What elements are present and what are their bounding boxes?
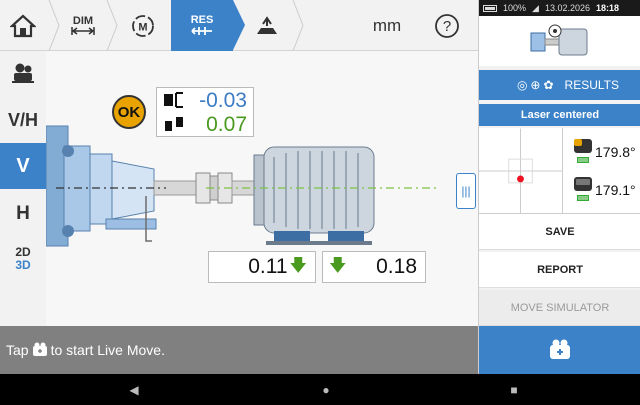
tab-vh-label: V/H (7, 109, 38, 130)
coupling-results-box[interactable]: -0.03 0.07 (156, 87, 254, 137)
battery-level: 100% (503, 3, 527, 13)
save-button[interactable]: SAVE (479, 214, 640, 250)
report-label: REPORT (537, 263, 583, 276)
tab-h[interactable]: H (0, 191, 46, 237)
report-button[interactable]: REPORT (479, 252, 640, 288)
tab-vh[interactable]: V/H (0, 97, 46, 143)
arrow-down-icon: 🡇 (289, 255, 307, 275)
tab-h-label: H (16, 203, 30, 224)
home-icon (10, 14, 36, 37)
tab-2d-3d[interactable]: 2D 3D (0, 237, 46, 281)
back-foot-value-box[interactable]: 🡇 0.18 (322, 251, 426, 283)
nav-back-button[interactable]: ◀ (114, 374, 154, 405)
system-time: 18:18 (596, 3, 620, 13)
status-prefix: Tap (6, 342, 29, 358)
sensor-battery-icon (577, 157, 589, 163)
pump-machine (46, 125, 157, 247)
tab-v-label: V (16, 154, 30, 177)
dim-label: DIM (72, 15, 94, 27)
front-foot-value: 0.11 (248, 255, 288, 278)
results-header[interactable]: ◎⊕✿ RESULTS (479, 70, 640, 100)
tab-3d-label: 3D (15, 258, 31, 272)
help-label: ? (443, 18, 451, 35)
toolbar-chevron-icon (48, 0, 60, 51)
recent-apps-icon: ■ (510, 382, 518, 397)
battery-icon (483, 4, 497, 12)
measure-m-icon: M (132, 14, 154, 37)
gap-icon (164, 92, 183, 108)
results-icons: ◎⊕✿ (516, 78, 557, 92)
ok-status-badge: OK (112, 95, 146, 129)
android-nav-bar: ◀ ● ■ (0, 374, 640, 405)
arrow-down-icon: 🡇 (329, 255, 347, 275)
units-label: mm (372, 15, 402, 35)
live-move-icon (550, 339, 570, 359)
dimension-arrow-icon (71, 27, 95, 35)
back-foot-value: 0.18 (376, 255, 417, 278)
top-toolbar: DIM M RES mm ? (0, 0, 478, 51)
sensor-battery-icon (577, 195, 589, 201)
machine-thumbnail[interactable] (479, 16, 640, 66)
motor-machine (253, 146, 375, 245)
results-canvas: OK -0.03 0.07 0.11 🡇 🡇 0.18 ||| (46, 51, 478, 326)
sensor-icon (574, 139, 592, 153)
status-suffix: to start Live Move. (50, 342, 165, 358)
move-simulator-label: MOVE SIMULATOR (510, 301, 610, 314)
back-icon: ◀ (129, 382, 139, 397)
sensor-panel: 179.8° 179.1° (479, 128, 640, 214)
move-button[interactable] (244, 0, 290, 51)
laser-status-label: Laser centered (520, 109, 600, 121)
nav-recent-button[interactable]: ■ (494, 374, 534, 405)
nav-home-button[interactable]: ● (306, 374, 346, 405)
results-label: RESULTS (564, 78, 619, 92)
coupling-result-icon (191, 27, 212, 35)
save-label: SAVE (545, 225, 575, 238)
ok-label: OK (117, 103, 141, 121)
sensor1-angle: 179.8° (595, 144, 636, 160)
toolbar-chevron-icon (106, 0, 118, 51)
front-foot-value-box[interactable]: 0.11 🡇 (208, 251, 316, 283)
offset-value: 0.07 (206, 113, 247, 136)
measure-button[interactable]: M (118, 0, 168, 51)
camera-machine-icon (12, 63, 34, 83)
right-panel: 100% ◢ 13.02.2026 18:18 ◎⊕✿ RESULTS Lase… (478, 0, 640, 374)
panel-handle-icon[interactable]: ||| (456, 173, 476, 209)
units-button[interactable]: mm (362, 0, 412, 51)
help-button[interactable]: ? (424, 0, 470, 51)
machine-train-thumbnail-icon (530, 24, 588, 56)
tab-v[interactable]: V (0, 143, 46, 189)
signal-icon: ◢ (532, 2, 539, 13)
toolbar-chevron-icon (292, 0, 304, 51)
sensor2-angle: 179.1° (595, 182, 636, 198)
move-icon (257, 15, 277, 34)
laser-status: Laser centered (479, 104, 640, 126)
res-label: RES (190, 14, 214, 26)
dimensions-button[interactable]: DIM (60, 0, 106, 51)
gap-value: -0.03 (199, 89, 247, 112)
system-date: 13.02.2026 (544, 3, 590, 13)
laser-target (479, 128, 563, 214)
svg-text:M: M (138, 21, 147, 33)
sensor-icon (574, 177, 592, 191)
view-tabs: V/H V H 2D 3D (0, 51, 46, 326)
status-bar: Tap to start Live Move. (0, 326, 478, 374)
system-status-bar: 100% ◢ 13.02.2026 18:18 (479, 0, 640, 16)
results-tab[interactable]: RES (171, 0, 245, 51)
live-move-button[interactable] (479, 326, 640, 374)
machine-train-illustration (46, 125, 436, 247)
move-simulator-button[interactable]: MOVE SIMULATOR (479, 290, 640, 326)
home-button[interactable] (0, 0, 46, 51)
help-icon: ? (435, 13, 459, 38)
machine-train-button[interactable] (0, 51, 46, 95)
offset-icon (165, 117, 183, 131)
live-move-icon (32, 342, 47, 356)
home-circle-icon: ● (322, 382, 330, 397)
